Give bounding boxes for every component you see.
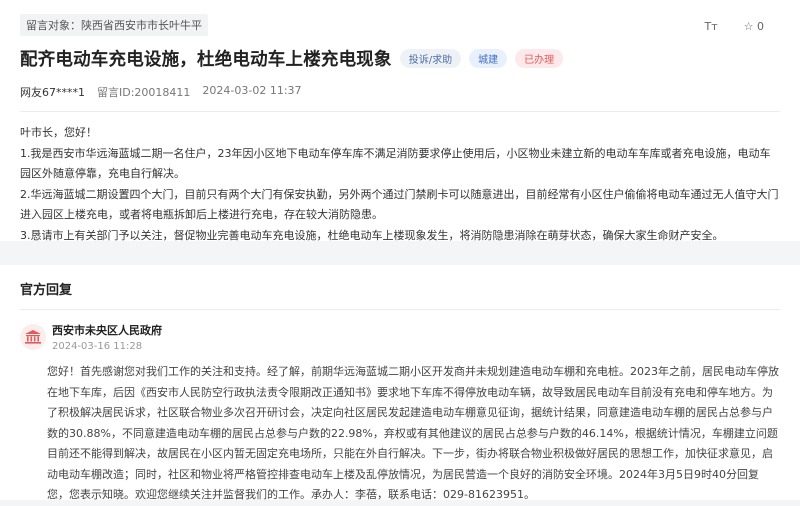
reply-text: 您好！首先感谢您对我们工作的关注和支持。经了解，前期华远海蓝城二期小区开发商并未… [47,365,779,501]
message-card: 留言对象：陕西省西安市市长叶牛平 Tт ☆ 0 配齐电动车充电设施，杜绝电动车上… [0,0,800,242]
category-tag[interactable]: 投诉/求助 [399,49,462,68]
page-title: 配齐电动车充电设施，杜绝电动车上楼充电现象 [20,50,392,70]
message-greeting: 叶市长，您好！ [20,126,97,139]
government-building-icon [20,324,46,350]
message-time: 2024-03-02 11:37 [202,84,302,97]
author-name: 网友67****1 [20,86,85,99]
message-paragraph: 1.我是西安市华远海蓝城二期一名住户，23年因小区地下电动车停车库不满足消防要求… [20,146,771,181]
domain-tag[interactable]: 城建 [469,49,508,68]
message-paragraph: 3.恳请市上有关部门予以关注，督促物业完善电动车充电设施，杜绝电动车上楼现象发生… [20,228,724,242]
font-size-button[interactable]: Tт [704,20,717,33]
message-meta: 网友67****1 留言ID:20018411 2024-03-02 11:37 [20,84,780,100]
message-paragraph: 2.华远海蓝城二期设置四个大门，目前只有两个大门有保安执勤，另外两个通过门禁刷卡… [20,187,779,222]
org-name: 西安市未央区人民政府 [52,324,162,337]
reply-card: 官方回复 西安市未央区人民政府 2024-03-16 11:28 您好！首先感谢… [0,265,800,501]
font-size-icon: Tт [704,20,718,33]
divider [20,111,780,112]
section-title: 官方回复 [20,265,780,310]
top-actions: Tт ☆ 0 [704,20,764,33]
message-body: 叶市长，您好！ 1.我是西安市华远海蓝城二期一名住户，23年因小区地下电动车停车… [20,123,780,246]
recipient-label: 留言对象：陕西省西安市市长叶牛平 [20,14,208,36]
like-count: 0 [757,20,764,33]
reply-time: 2024-03-16 11:28 [52,341,143,352]
reply-org: 西安市未央区人民政府 2024-03-16 11:28 [20,322,780,352]
star-icon: ☆ [743,20,754,33]
message-id: 留言ID:20018411 [97,86,191,99]
status-badge: 已办理 [515,49,564,68]
title-row: 配齐电动车充电设施，杜绝电动车上楼充电现象 投诉/求助 城建 已办理 [20,46,780,71]
like-button[interactable]: ☆ 0 [744,20,764,33]
